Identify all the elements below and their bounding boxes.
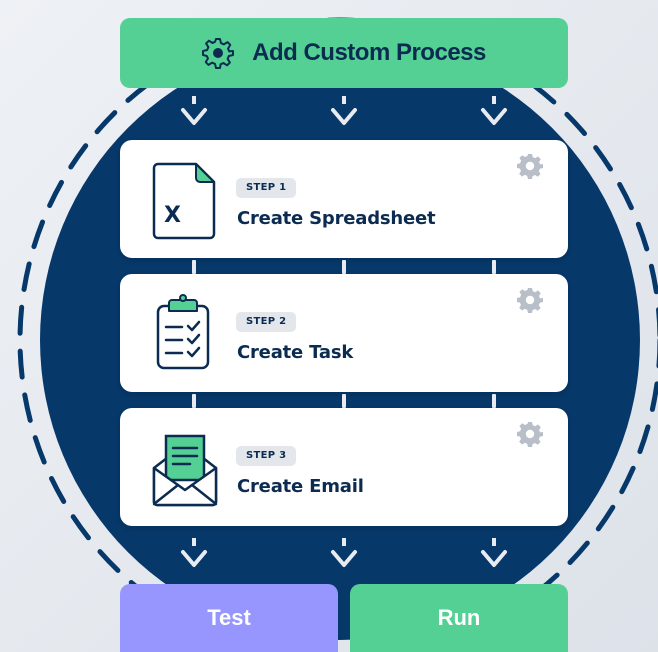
- chevron-down-icon: [180, 96, 208, 130]
- run-button-label: Run: [437, 605, 481, 630]
- chevron-down-icon: [480, 96, 508, 130]
- connector-line: [192, 260, 196, 274]
- connector-line: [342, 394, 346, 408]
- run-button[interactable]: Run: [350, 584, 568, 652]
- step-card-1[interactable]: X STEP 1 Create Spreadsheet: [120, 140, 568, 258]
- step-badge: STEP 1: [236, 178, 297, 198]
- step-badge: STEP 3: [236, 446, 297, 466]
- connector-line: [192, 394, 196, 408]
- spreadsheet-file-icon: X: [150, 160, 220, 240]
- connector-line: [492, 260, 496, 274]
- step-title: Create Spreadsheet: [237, 208, 436, 229]
- chevron-down-icon: [180, 538, 208, 572]
- chevron-down-icon: [330, 538, 358, 572]
- add-custom-process-label: Add Custom Process: [252, 39, 486, 66]
- chevron-down-icon: [330, 96, 358, 130]
- step-badge: STEP 2: [236, 312, 297, 332]
- test-button[interactable]: Test: [120, 584, 338, 652]
- task-clipboard-icon: [150, 294, 220, 374]
- settings-gear-icon[interactable]: [516, 152, 544, 180]
- step-title: Create Task: [237, 342, 354, 363]
- settings-gear-icon[interactable]: [516, 420, 544, 448]
- step-card-3[interactable]: STEP 3 Create Email: [120, 408, 568, 526]
- chevron-down-icon: [480, 538, 508, 572]
- file-letter: X: [164, 203, 181, 228]
- gear-icon: [202, 37, 235, 69]
- test-button-label: Test: [207, 605, 251, 630]
- email-envelope-icon: [150, 428, 220, 508]
- connector-line: [492, 394, 496, 408]
- step-title: Create Email: [237, 476, 364, 497]
- add-custom-process-button[interactable]: Add Custom Process: [120, 18, 568, 88]
- connector-line: [342, 260, 346, 274]
- settings-gear-icon[interactable]: [516, 286, 544, 314]
- step-card-2[interactable]: STEP 2 Create Task: [120, 274, 568, 392]
